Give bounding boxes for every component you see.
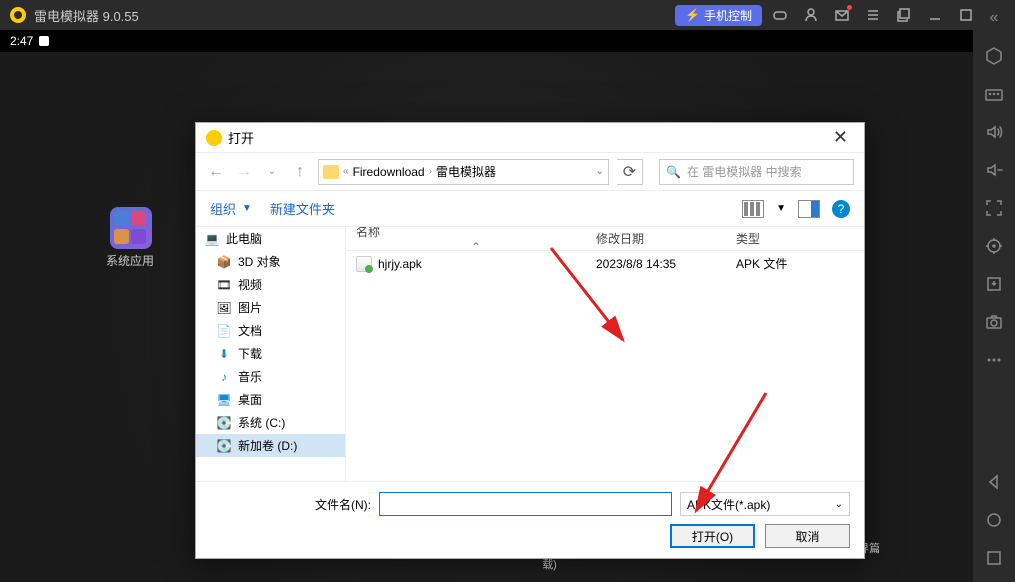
cube-icon: 📦 xyxy=(216,254,232,270)
back-icon[interactable]: ← xyxy=(206,162,226,182)
tree-item-3d[interactable]: 📦3D 对象 xyxy=(196,250,345,273)
tree-item-drive-c[interactable]: 💽系统 (C:) xyxy=(196,411,345,434)
collapse-icon[interactable]: « xyxy=(984,8,1004,28)
minimize-icon[interactable] xyxy=(927,7,943,23)
image-icon: 🖼 xyxy=(216,300,232,316)
maximize-icon[interactable] xyxy=(958,7,974,23)
dialog-footer: 文件名(N): APK文件(*.apk)⌄ 打开(O) 取消 xyxy=(196,481,864,558)
new-folder-button[interactable]: 新建文件夹 xyxy=(270,199,335,218)
music-icon: ♪ xyxy=(216,369,232,385)
dialog-toolbar: 组织 ▼ 新建文件夹 ▼ ? xyxy=(196,191,864,227)
menu-icon[interactable] xyxy=(865,7,881,23)
breadcrumb-segment[interactable]: 雷电模拟器 xyxy=(436,163,496,180)
emulator-sidebar: « xyxy=(973,0,1015,582)
file-list: 名称 ⌃ 修改日期 类型 hjrjy.apk 2023/8/8 14:35 AP… xyxy=(346,227,864,481)
up-icon[interactable]: ↑ xyxy=(290,162,310,182)
breadcrumb-segment[interactable]: Firedownload xyxy=(353,165,425,179)
breadcrumb[interactable]: « Firedownload › 雷电模拟器 ⌄ xyxy=(318,159,609,185)
drive-icon: 💽 xyxy=(216,438,232,454)
volume-down-icon[interactable] xyxy=(984,160,1004,180)
file-row[interactable]: hjrjy.apk 2023/8/8 14:35 APK 文件 xyxy=(346,251,864,276)
col-date-header[interactable]: 修改日期 xyxy=(596,230,736,247)
dialog-nav: ← → ⌄ ↑ « Firedownload › 雷电模拟器 ⌄ ⟳ 🔍 在 雷… xyxy=(196,153,864,191)
phone-control-label: 手机控制 xyxy=(704,7,752,24)
search-icon: 🔍 xyxy=(666,165,681,179)
organize-button[interactable]: 组织 xyxy=(210,199,236,218)
phone-control-button[interactable]: ⚡ 手机控制 xyxy=(675,5,762,26)
dialog-close-icon[interactable]: ✕ xyxy=(827,127,854,148)
recent-icon[interactable]: ⌄ xyxy=(262,162,282,182)
filename-input[interactable] xyxy=(379,492,672,516)
filename-label: 文件名(N): xyxy=(315,496,371,513)
forward-icon[interactable]: → xyxy=(234,162,254,182)
keyboard-icon[interactable] xyxy=(984,84,1004,104)
fullscreen-icon[interactable] xyxy=(984,198,1004,218)
notification-icon xyxy=(39,36,49,46)
system-apps-label: 系统应用 xyxy=(100,252,160,269)
tree-item-downloads[interactable]: ⬇下载 xyxy=(196,342,345,365)
column-headers: 名称 ⌃ 修改日期 类型 xyxy=(346,227,864,251)
cancel-button[interactable]: 取消 xyxy=(765,524,850,548)
tree-item-drive-d[interactable]: 💽新加卷 (D:) xyxy=(196,434,345,457)
tree-item-pictures[interactable]: 🖼图片 xyxy=(196,296,345,319)
download-icon: ⬇ xyxy=(216,346,232,362)
file-open-dialog: 打开 ✕ ← → ⌄ ↑ « Firedownload › 雷电模拟器 ⌄ ⟳ … xyxy=(195,122,865,559)
emulator-screen: 系统应用 天龙八部2: 飞龙战天 全民江湖 秦时明月: 沧海 (预下载) 天命传… xyxy=(0,52,973,582)
dialog-titlebar: 打开 ✕ xyxy=(196,123,864,153)
dialog-icon xyxy=(206,130,222,146)
search-input[interactable]: 🔍 在 雷电模拟器 中搜索 xyxy=(659,159,854,185)
tree-item-music[interactable]: ♪音乐 xyxy=(196,365,345,388)
chevron-down-icon[interactable]: ⌄ xyxy=(596,166,604,177)
refresh-icon[interactable]: ⟳ xyxy=(617,159,643,185)
dropdown-icon[interactable]: ▼ xyxy=(242,203,252,214)
tree-item-this-pc[interactable]: 💻此电脑 xyxy=(196,227,345,250)
apk-file-icon xyxy=(356,256,372,272)
more-icon[interactable] xyxy=(984,350,1004,370)
system-apps-icon[interactable] xyxy=(110,207,152,249)
app-title: 雷电模拟器 9.0.55 xyxy=(34,6,139,25)
locate-icon[interactable] xyxy=(984,236,1004,256)
desktop-icon: 🖥 xyxy=(216,392,232,408)
multiwindow-icon[interactable] xyxy=(896,7,912,23)
col-type-header[interactable]: 类型 xyxy=(736,230,854,247)
tree-item-videos[interactable]: 🎞视频 xyxy=(196,273,345,296)
pc-icon: 💻 xyxy=(204,231,220,247)
open-button[interactable]: 打开(O) xyxy=(670,524,755,548)
view-mode-icon[interactable] xyxy=(742,200,764,218)
preview-pane-icon[interactable] xyxy=(798,200,820,218)
gamepad-icon[interactable] xyxy=(772,7,788,23)
doc-icon: 📄 xyxy=(216,323,232,339)
volume-up-icon[interactable] xyxy=(984,122,1004,142)
screenshot-icon[interactable] xyxy=(984,312,1004,332)
dialog-title: 打开 xyxy=(228,128,254,147)
mail-icon[interactable] xyxy=(834,7,850,23)
bolt-icon: ⚡ xyxy=(685,8,700,22)
tree-item-desktop[interactable]: 🖥桌面 xyxy=(196,388,345,411)
col-name-header[interactable]: 名称 xyxy=(356,227,380,239)
hexagon-icon[interactable] xyxy=(984,46,1004,66)
tree-item-documents[interactable]: 📄文档 xyxy=(196,319,345,342)
nav-recent-icon[interactable] xyxy=(984,548,1004,568)
folder-icon xyxy=(323,165,339,179)
chevron-down-icon: ⌄ xyxy=(835,499,843,510)
video-icon: 🎞 xyxy=(216,277,232,293)
user-icon[interactable] xyxy=(803,7,819,23)
filter-select[interactable]: APK文件(*.apk)⌄ xyxy=(680,492,850,516)
help-icon[interactable]: ? xyxy=(832,200,850,218)
dropdown-icon[interactable]: ▼ xyxy=(776,203,786,214)
android-statusbar: 2:47 ▾ ▮ ▮ xyxy=(0,30,1015,52)
nav-back-icon[interactable] xyxy=(984,472,1004,492)
app-logo-icon xyxy=(10,7,26,23)
folder-tree[interactable]: 💻此电脑 📦3D 对象 🎞视频 🖼图片 📄文档 ⬇下载 ♪音乐 🖥桌面 💽系统 … xyxy=(196,227,346,481)
nav-home-icon[interactable] xyxy=(984,510,1004,530)
clock: 2:47 xyxy=(10,34,33,48)
titlebar: 雷电模拟器 9.0.55 ⚡ 手机控制 xyxy=(0,0,1015,30)
drive-icon: 💽 xyxy=(216,415,232,431)
install-apk-icon[interactable] xyxy=(984,274,1004,294)
